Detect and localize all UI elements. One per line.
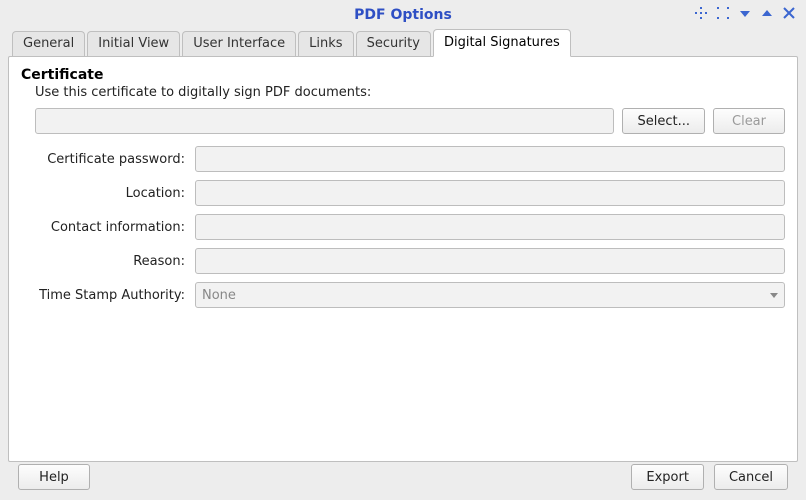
window-close-icon[interactable] [782,6,796,20]
section-description: Use this certificate to digitally sign P… [35,85,785,100]
export-button[interactable]: Export [631,464,704,490]
contact-row: Contact information: [35,214,785,240]
password-label: Certificate password: [35,152,195,167]
certificate-path-input[interactable] [35,108,614,134]
tsa-row: Time Stamp Authority: None [35,282,785,308]
reason-label: Reason: [35,254,195,269]
window-minimize-icon[interactable] [738,6,752,20]
tab-general[interactable]: General [12,31,85,56]
tab-initial-view[interactable]: Initial View [87,31,180,56]
contact-label: Contact information: [35,220,195,235]
tab-links[interactable]: Links [298,31,353,56]
certificate-password-input[interactable] [195,146,785,172]
tab-panel: Certificate Use this certificate to digi… [8,56,798,462]
location-label: Location: [35,186,195,201]
tsa-label: Time Stamp Authority: [35,288,195,303]
window-maximize-icon[interactable] [760,6,774,20]
dialog-footer: Help Export Cancel [0,464,806,490]
location-row: Location: [35,180,785,206]
tab-digital-signatures[interactable]: Digital Signatures [433,29,571,57]
cancel-button[interactable]: Cancel [714,464,788,490]
clear-certificate-button[interactable]: Clear [713,108,785,134]
certificate-chooser-row: Select... Clear [35,108,785,134]
window-controls [694,6,796,20]
chevron-down-icon [770,293,778,298]
location-input[interactable] [195,180,785,206]
tab-security[interactable]: Security [356,31,431,56]
window-corners-icon[interactable] [716,6,730,20]
password-row: Certificate password: [35,146,785,172]
help-button[interactable]: Help [18,464,90,490]
window-move-icon[interactable] [694,6,708,20]
section-title-certificate: Certificate [21,67,785,83]
select-certificate-button[interactable]: Select... [622,108,705,134]
tab-user-interface[interactable]: User Interface [182,31,296,56]
reason-input[interactable] [195,248,785,274]
window-title: PDF Options [354,7,452,23]
titlebar: PDF Options [0,0,806,30]
tab-row: General Initial View User Interface Link… [0,30,806,56]
tsa-select-value: None [202,288,236,303]
contact-information-input[interactable] [195,214,785,240]
tsa-select[interactable]: None [195,282,785,308]
reason-row: Reason: [35,248,785,274]
